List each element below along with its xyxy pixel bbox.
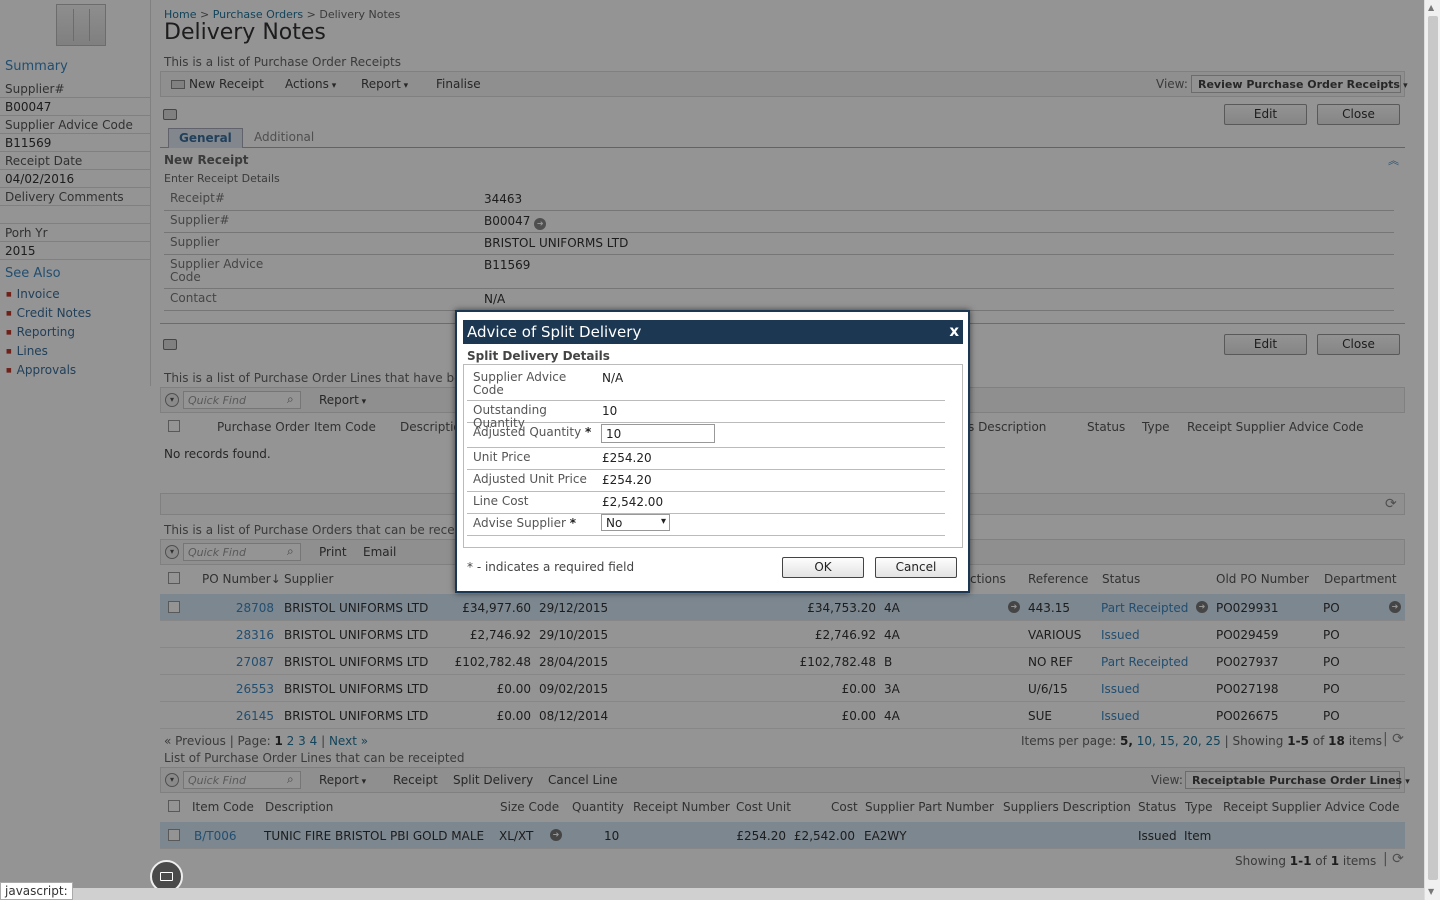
dialog-field-value: £254.20 — [602, 473, 652, 487]
required-field-note: * - indicates a required field — [467, 560, 635, 574]
advise-supplier-select[interactable]: No — [601, 514, 670, 531]
dialog-field-label: Adjusted Unit Price — [473, 472, 587, 486]
required-marker: * — [585, 425, 592, 439]
status-bar: javascript: — [0, 882, 73, 900]
dialog-subtitle: Split Delivery Details — [467, 349, 610, 363]
dialog-field-value: 10 — [602, 404, 618, 418]
dialog-row: Supplier Advice Code N/A — [467, 368, 945, 401]
adjusted-quantity-input[interactable]: 10 — [601, 424, 715, 443]
adjusted-quantity-label: Adjusted Quantity — [473, 425, 582, 439]
ok-button[interactable]: OK — [782, 557, 864, 578]
dialog-row: Unit Price £254.20 — [467, 448, 945, 470]
dialog-row: Line Cost £2,542.00 — [467, 492, 945, 514]
scroll-down-icon[interactable]: ▼ — [1428, 887, 1434, 896]
dialog-field-value: £2,542.00 — [602, 495, 664, 509]
dialog-row: Adjusted Quantity * 10 — [467, 423, 945, 448]
advise-supplier-label: Advise Supplier — [473, 516, 566, 530]
bottom-bar — [0, 888, 1424, 900]
scroll-up-icon[interactable]: ▲ — [1428, 3, 1434, 12]
split-delivery-dialog: Advice of Split Delivery x Split Deliver… — [455, 310, 970, 593]
dialog-row: Advise Supplier * No — [467, 514, 945, 536]
dialog-field-value: £254.20 — [602, 451, 652, 465]
dialog-field-label: Supplier Advice Code — [473, 370, 567, 397]
cancel-button[interactable]: Cancel — [875, 557, 957, 578]
close-icon[interactable]: x — [949, 322, 959, 340]
dialog-row: Adjusted Unit Price £254.20 — [467, 470, 945, 492]
dialog-field-label: Advise Supplier * — [473, 517, 593, 530]
required-marker: * — [569, 516, 577, 530]
mail-icon — [160, 872, 173, 881]
dialog-field-label: Line Cost — [473, 494, 529, 508]
dialog-header: Advice of Split Delivery x — [463, 320, 963, 344]
vertical-scrollbar[interactable]: ▲ ▼ — [1424, 0, 1440, 900]
scrollbar-thumb[interactable] — [1428, 16, 1438, 880]
dialog-field-value: N/A — [602, 371, 624, 385]
dialog-field-label: Unit Price — [473, 450, 531, 464]
dialog-field-label: Adjusted Quantity * — [473, 426, 593, 439]
dialog-row: Outstanding Quantity 10 — [467, 401, 945, 430]
dialog-title: Advice of Split Delivery — [467, 323, 642, 341]
